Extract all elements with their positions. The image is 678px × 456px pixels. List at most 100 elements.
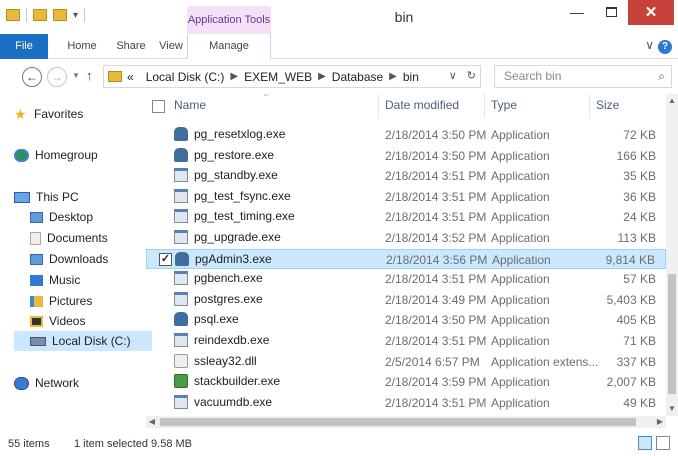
expand-ribbon-chevron-icon[interactable]: ∨: [645, 38, 654, 52]
search-input[interactable]: Search bin ⌕: [494, 65, 672, 88]
file-name-cell[interactable]: reindexdb.exe: [174, 333, 269, 347]
column-header-date[interactable]: Date modified: [385, 98, 459, 112]
breadcrumb-exem-web[interactable]: EXEM_WEB: [244, 70, 312, 84]
file-name-cell[interactable]: pg_standby.exe: [174, 168, 278, 183]
sidebar-item-videos[interactable]: Videos: [30, 311, 85, 331]
breadcrumb-database[interactable]: Database: [332, 70, 383, 84]
table-row[interactable]: pg_upgrade.exe 2/18/2014 3:52 PM Applicati…: [146, 228, 666, 248]
scroll-left-arrow-icon[interactable]: ◀: [146, 416, 158, 428]
file-name-cell[interactable]: pgbench.exe: [174, 271, 263, 286]
sidebar-item-local-disk[interactable]: Local Disk (C:): [14, 331, 152, 351]
column-header-type[interactable]: Type: [491, 98, 517, 112]
file-name-cell[interactable]: pg_test_timing.exe: [174, 209, 295, 224]
sidebar-item-label: Homegroup: [35, 148, 98, 162]
tab-manage[interactable]: Manage: [187, 34, 271, 59]
tab-file[interactable]: File: [0, 34, 48, 59]
file-name-cell[interactable]: pgAdmin3.exe: [175, 251, 272, 266]
search-icon[interactable]: ⌕: [658, 66, 665, 87]
chevron-right-icon[interactable]: ▶: [389, 71, 397, 82]
sidebar-item-music[interactable]: Music: [30, 270, 80, 290]
column-header-name[interactable]: Name: [174, 98, 206, 112]
table-row[interactable]: ✓ pgAdmin3.exe 2/18/2014 3:56 PM Applicatio…: [146, 248, 666, 269]
sidebar-item-documents[interactable]: Documents: [30, 228, 108, 248]
file-name-cell[interactable]: ssleay32.dll: [174, 353, 257, 368]
size-cell: 36 KB: [623, 189, 656, 204]
videos-icon: [30, 315, 43, 327]
date-modified-cell: 2/18/2014 3:51 PM: [385, 210, 487, 225]
table-row[interactable]: vacuumdb.exe 2/18/2014 3:51 PM Application…: [146, 393, 666, 413]
refresh-icon[interactable]: ↻: [467, 69, 476, 82]
vertical-scrollbar[interactable]: ▲ ▼: [666, 94, 678, 416]
back-button[interactable]: ←: [22, 67, 42, 87]
address-dropdown-icon[interactable]: ∨: [449, 69, 457, 82]
row-checkbox[interactable]: ✓: [159, 252, 172, 266]
type-cell: Application: [491, 169, 550, 184]
table-row[interactable]: pg_test_timing.exe 2/18/2014 3:51 PM Appli…: [146, 207, 666, 227]
table-row[interactable]: stackbuilder.exe 2/18/2014 3:59 PM Applica…: [146, 372, 666, 392]
chevron-right-icon[interactable]: ▶: [230, 71, 238, 82]
maximize-button[interactable]: [594, 0, 628, 25]
table-row[interactable]: pg_test_fsync.exe 2/18/2014 3:51 PM Applic…: [146, 187, 666, 207]
breadcrumb-local-disk[interactable]: Local Disk (C:): [146, 70, 225, 84]
tab-share[interactable]: Share: [110, 34, 152, 59]
scroll-thumb[interactable]: [160, 418, 636, 426]
scroll-up-arrow-icon[interactable]: ▲: [666, 94, 678, 108]
details-view-icon[interactable]: [638, 436, 652, 450]
star-icon: ★: [14, 106, 27, 122]
breadcrumb-bin[interactable]: bin: [403, 70, 419, 84]
sidebar-item-downloads[interactable]: Downloads: [30, 249, 108, 269]
sidebar-item-desktop[interactable]: Desktop: [30, 207, 93, 227]
close-button[interactable]: ✕: [628, 0, 674, 25]
customize-toolbar-dropdown[interactable]: ▾: [73, 10, 78, 21]
file-name-cell[interactable]: stackbuilder.exe: [174, 374, 281, 389]
address-bar[interactable]: « Local Disk (C:) ▶ EXEM_WEB ▶ Database …: [103, 65, 481, 88]
sidebar-item-favorites[interactable]: ★ Favorites: [14, 104, 83, 124]
select-all-checkbox[interactable]: [152, 100, 165, 113]
type-cell: Application: [491, 128, 550, 142]
large-icons-view-icon[interactable]: [656, 436, 670, 450]
forward-button[interactable]: →: [47, 67, 67, 87]
file-name-cell[interactable]: pg_restore.exe: [174, 147, 274, 162]
tab-home[interactable]: Home: [58, 34, 106, 59]
table-row[interactable]: reindexdb.exe 2/18/2014 3:51 PM Applicatio…: [146, 331, 666, 351]
table-row[interactable]: pg_restore.exe 2/18/2014 3:50 PM Applicati…: [146, 146, 666, 166]
postgres-elephant-icon: [174, 147, 188, 162]
documents-icon: [30, 231, 41, 245]
sidebar-item-network[interactable]: Network: [14, 373, 79, 393]
table-row[interactable]: pg_resetxlog.exe 2/18/2014 3:50 PM Applica…: [146, 125, 666, 145]
minimize-button[interactable]: —: [560, 0, 594, 25]
file-name-cell[interactable]: pg_resetxlog.exe: [174, 127, 285, 141]
scroll-thumb[interactable]: [668, 274, 676, 394]
file-name-cell[interactable]: pg_test_fsync.exe: [174, 188, 291, 203]
table-row[interactable]: pg_standby.exe 2/18/2014 3:51 PM Applicati…: [146, 166, 666, 186]
file-name-cell[interactable]: pg_upgrade.exe: [174, 230, 281, 244]
help-icon[interactable]: ?: [658, 40, 672, 54]
file-name: stackbuilder.exe: [194, 374, 281, 389]
table-row[interactable]: postgres.exe 2/18/2014 3:49 PM Application…: [146, 290, 666, 310]
file-name-cell[interactable]: psql.exe: [174, 312, 239, 327]
table-row[interactable]: ssleay32.dll 2/5/2014 6:57 PM Application …: [146, 352, 666, 372]
scroll-down-arrow-icon[interactable]: ▼: [666, 402, 678, 416]
folder-icon: [108, 71, 122, 82]
date-modified-cell: 2/18/2014 3:50 PM: [385, 128, 487, 142]
recent-locations-dropdown[interactable]: ▼: [72, 71, 80, 80]
sidebar-item-this-pc[interactable]: This PC: [14, 187, 79, 207]
breadcrumb-overflow[interactable]: «: [127, 70, 134, 84]
column-header-size[interactable]: Size: [596, 98, 619, 112]
sort-ascending-icon: ^: [264, 94, 268, 101]
up-button[interactable]: ↑: [86, 68, 93, 83]
chevron-right-icon[interactable]: ▶: [318, 71, 326, 82]
table-row[interactable]: pgbench.exe 2/18/2014 3:51 PM Application 5…: [146, 269, 666, 289]
ribbon-tabs: File Home Share View Manage ∨?: [0, 34, 678, 59]
properties-icon[interactable]: [33, 9, 47, 21]
horizontal-scrollbar[interactable]: ◀ ▶: [146, 416, 666, 428]
music-icon: [30, 274, 43, 286]
file-name-cell[interactable]: vacuumdb.exe: [174, 394, 272, 409]
file-name-cell[interactable]: postgres.exe: [174, 291, 263, 306]
scroll-right-arrow-icon[interactable]: ▶: [654, 416, 666, 428]
new-folder-icon[interactable]: [53, 9, 67, 21]
sidebar-item-homegroup[interactable]: Homegroup: [14, 145, 98, 165]
tab-view[interactable]: View: [154, 34, 188, 59]
sidebar-item-pictures[interactable]: Pictures: [30, 291, 92, 311]
table-row[interactable]: psql.exe 2/18/2014 3:50 PM Application 405 …: [146, 310, 666, 330]
